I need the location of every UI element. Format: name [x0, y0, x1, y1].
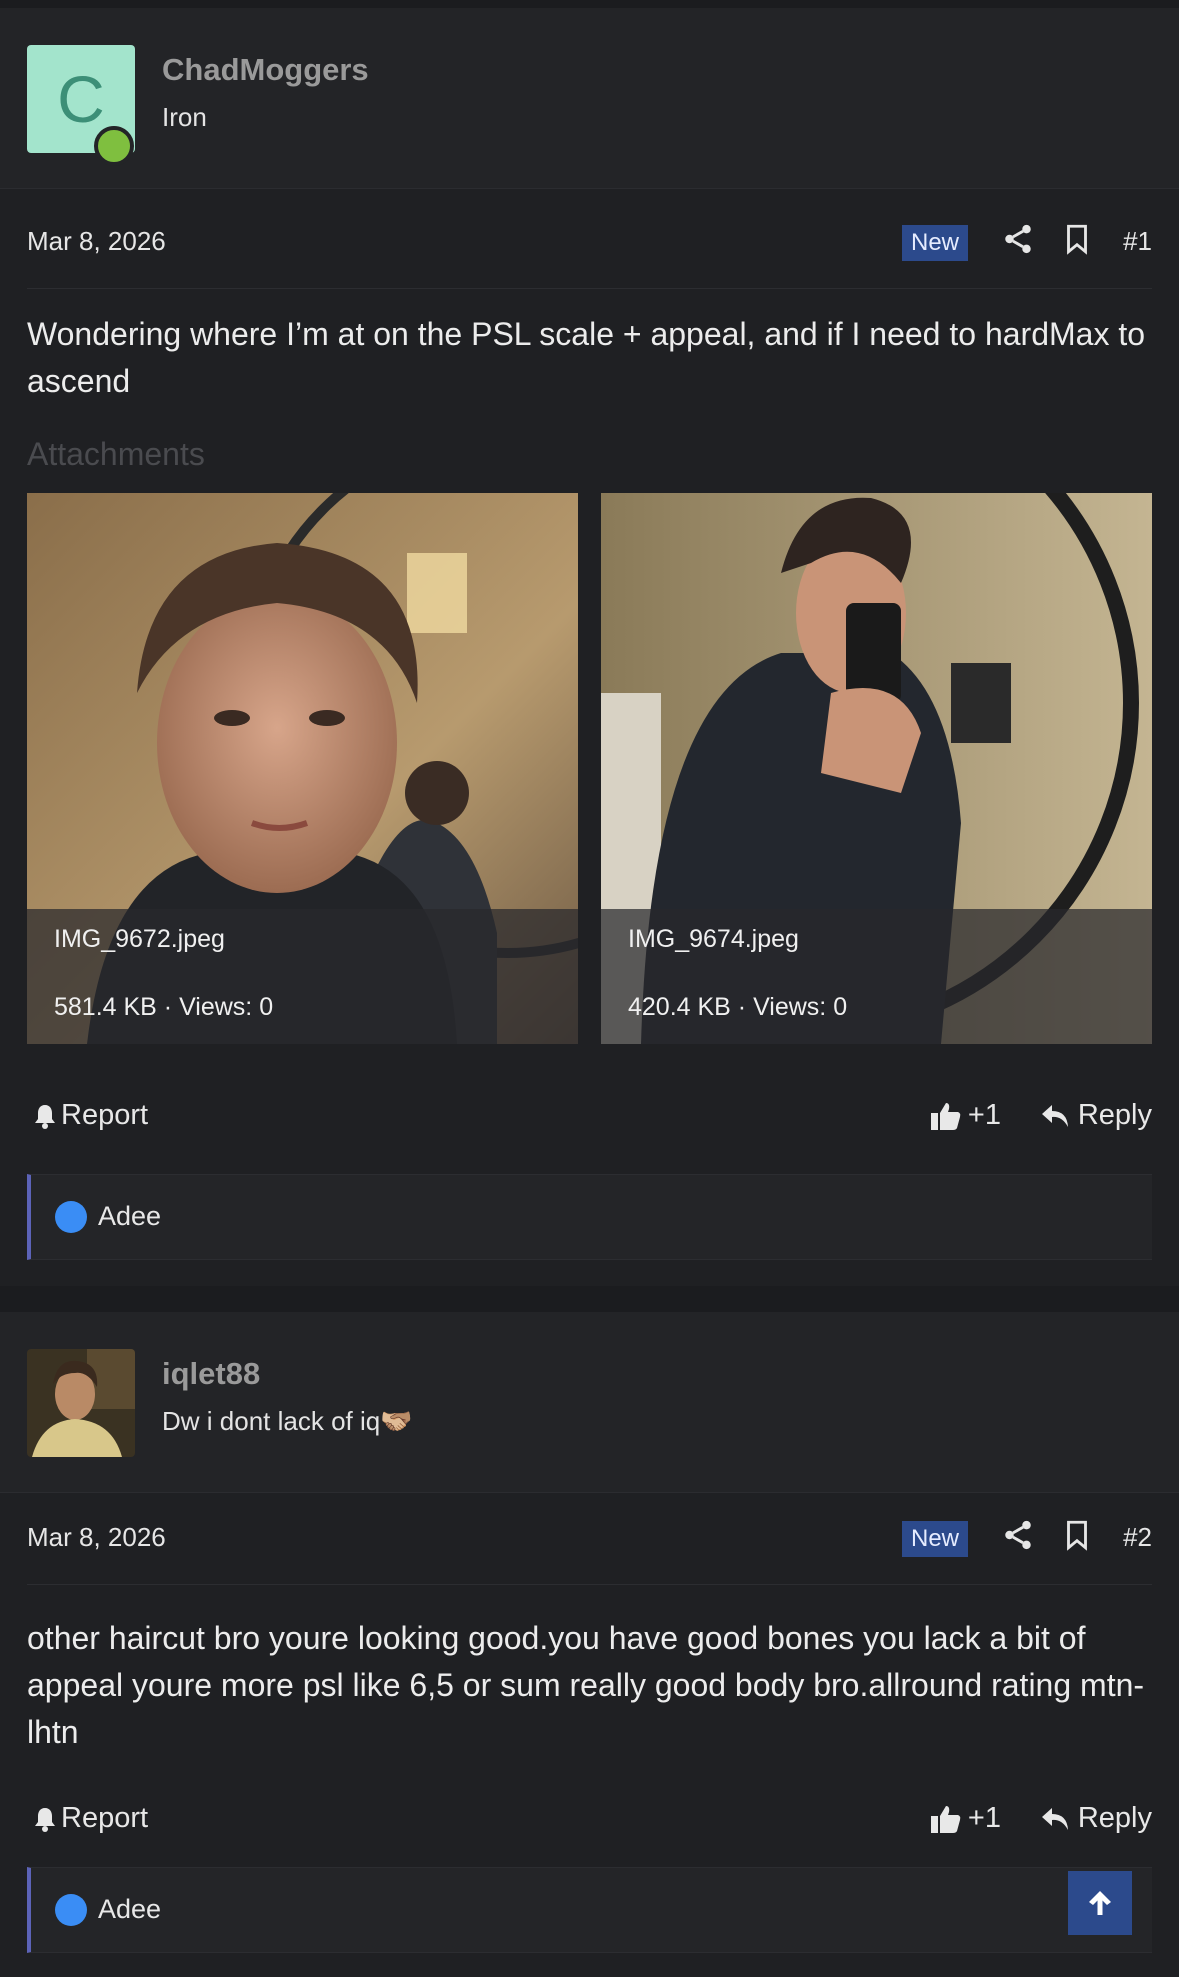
- reply-label: Reply: [1077, 1099, 1152, 1131]
- reply-icon: [1041, 1104, 1068, 1127]
- avatar[interactable]: [27, 1349, 135, 1457]
- reaction-user[interactable]: Adee: [98, 1894, 161, 1925]
- reactions-bar[interactable]: Adee: [27, 1867, 1152, 1953]
- top-divider: [0, 0, 1179, 8]
- report-button[interactable]: Report: [33, 1099, 148, 1132]
- online-status-icon: [94, 126, 134, 166]
- attachment-info: 420.4 KB · Views: 0: [628, 993, 848, 1021]
- attachment-overlay: IMG_9674.jpeg 420.4 KB · Views: 0: [601, 909, 1152, 1044]
- reactions-bar[interactable]: Adee: [27, 1174, 1152, 1260]
- post-actions: Report +1 Reply: [27, 1089, 1152, 1149]
- reply-icon: [1041, 1807, 1068, 1830]
- like-count: +1: [967, 1099, 1001, 1131]
- new-badge: New: [901, 225, 968, 261]
- user-title: Dw i dont lack of iq🫱🏼‍🫲🏽: [162, 1406, 413, 1436]
- post-meta-bar: Mar 8, 2026 New #2: [27, 1492, 1152, 1585]
- report-label: Report: [61, 1099, 149, 1131]
- attachment-overlay: IMG_9672.jpeg 581.4 KB · Views: 0: [27, 909, 578, 1044]
- share-icon[interactable]: [1001, 222, 1035, 256]
- scroll-to-top-button[interactable]: [1068, 1871, 1132, 1935]
- reply-button[interactable]: Reply: [1040, 1099, 1152, 1132]
- like-button[interactable]: +1: [930, 1802, 1001, 1835]
- post-meta-bar: Mar 8, 2026 New #1: [27, 196, 1152, 289]
- user-title: Iron: [162, 102, 207, 132]
- report-label: Report: [61, 1802, 149, 1834]
- attachment-thumbnail[interactable]: IMG_9674.jpeg 420.4 KB · Views: 0: [601, 493, 1152, 1044]
- report-button[interactable]: Report: [33, 1802, 148, 1835]
- post-author-header: iqlet88 Dw i dont lack of iq🫱🏼‍🫲🏽: [0, 1312, 1179, 1493]
- reply-label: Reply: [1077, 1802, 1152, 1834]
- attachment-filename: IMG_9672.jpeg: [54, 925, 225, 953]
- bookmark-icon[interactable]: [1060, 222, 1094, 256]
- username[interactable]: ChadMoggers: [162, 52, 369, 88]
- new-badge: New: [901, 1521, 968, 1557]
- post-actions: Report +1 Reply: [27, 1792, 1152, 1852]
- attachment-info: 581.4 KB · Views: 0: [54, 993, 274, 1021]
- reaction-user[interactable]: Adee: [98, 1201, 161, 1232]
- post-body: Wondering where I’m at on the PSL scale …: [27, 316, 1146, 399]
- attachment-thumbnail[interactable]: IMG_9672.jpeg 581.4 KB · Views: 0: [27, 493, 578, 1044]
- post-2: iqlet88 Dw i dont lack of iq🫱🏼‍🫲🏽 Mar 8,…: [0, 1312, 1179, 1953]
- post-number[interactable]: #1: [1123, 226, 1152, 257]
- post-separator: [0, 1286, 1179, 1312]
- attachment-filename: IMG_9674.jpeg: [628, 925, 799, 953]
- post-number[interactable]: #2: [1123, 1522, 1152, 1553]
- like-button[interactable]: +1: [930, 1099, 1001, 1132]
- post-body: other haircut bro youre looking good.you…: [27, 1620, 1145, 1750]
- post-date[interactable]: Mar 8, 2026: [27, 226, 166, 257]
- attachments-label: Attachments: [27, 436, 205, 472]
- bell-icon: [35, 1807, 55, 1832]
- thumbs-up-icon: [930, 1102, 961, 1130]
- reply-button[interactable]: Reply: [1040, 1802, 1152, 1835]
- username[interactable]: iqlet88: [162, 1356, 260, 1392]
- bell-icon: [35, 1104, 55, 1129]
- like-reaction-icon: [55, 1894, 87, 1926]
- bookmark-icon[interactable]: [1060, 1518, 1094, 1552]
- post-1: C ChadMoggers Iron Mar 8, 2026 New #1 Wo…: [0, 8, 1179, 1260]
- thumbs-up-icon: [930, 1805, 961, 1833]
- like-count: +1: [967, 1802, 1001, 1834]
- post-author-header: C ChadMoggers Iron: [0, 8, 1179, 189]
- arrow-up-icon: [1089, 1891, 1111, 1915]
- post-date[interactable]: Mar 8, 2026: [27, 1522, 166, 1553]
- share-icon[interactable]: [1001, 1518, 1035, 1552]
- like-reaction-icon: [55, 1201, 87, 1233]
